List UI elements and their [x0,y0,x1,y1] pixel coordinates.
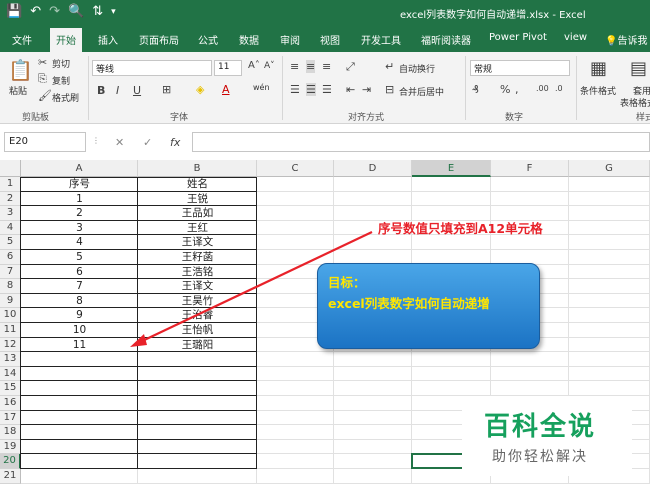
watermark-title: 百科全说 [484,412,597,442]
annotation-text: 序号数值只填充到A12单元格 [378,221,543,236]
arrow-head [130,334,147,347]
watermark: 百科全说 助你轻松解决 [462,396,632,476]
callout-body: excel列表数字如何自动递增 [328,296,490,311]
watermark-subtitle: 助你轻松解决 [492,449,588,465]
callout-title: 目标： [328,275,366,290]
goal-callout: 目标： excel列表数字如何自动递增 [317,263,540,349]
